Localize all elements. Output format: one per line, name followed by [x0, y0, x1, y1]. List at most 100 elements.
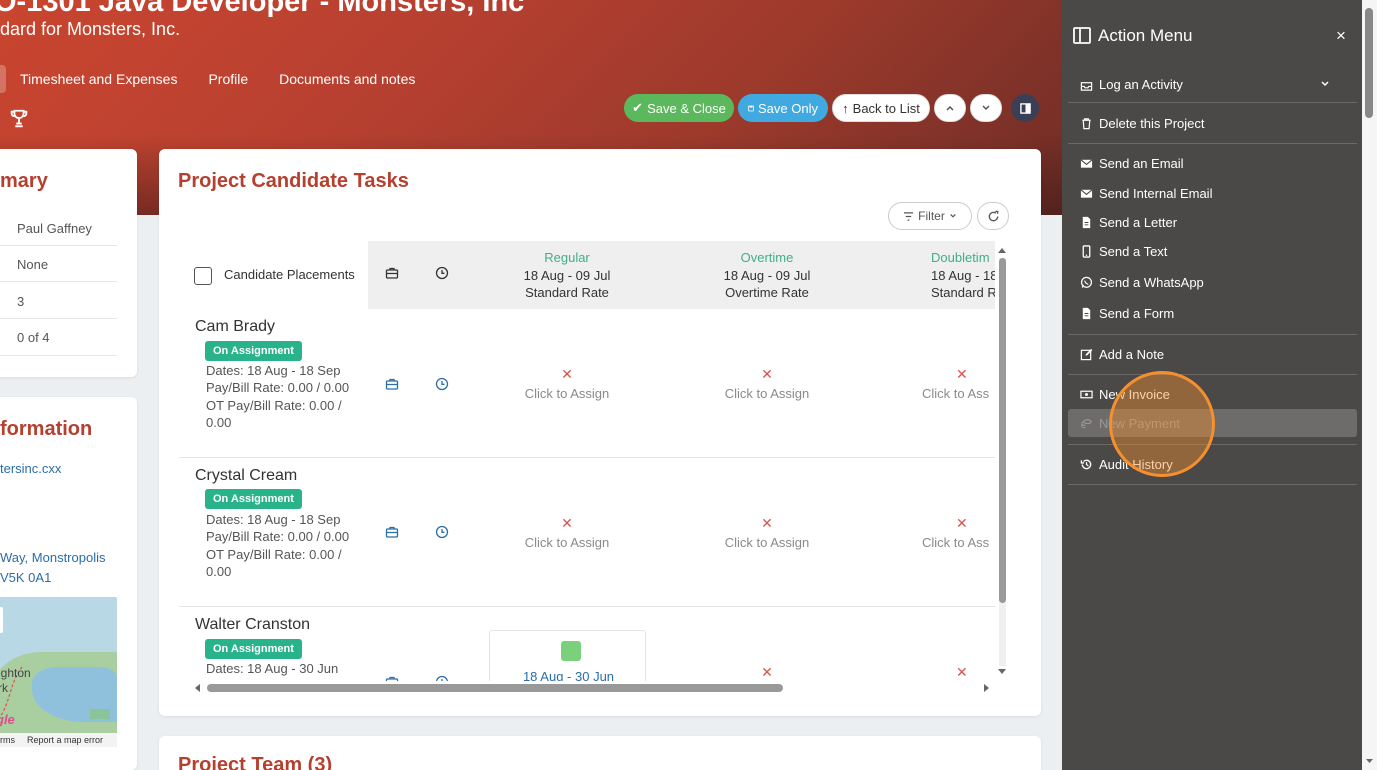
assign-cell[interactable]: ✕ Click to Assign	[477, 515, 657, 550]
page-subtitle: dard for Monsters, Inc.	[0, 19, 181, 39]
scroll-up-icon[interactable]	[997, 246, 1007, 254]
menu-item-log-activity[interactable]: Log an Activity	[1080, 76, 1340, 92]
document-icon	[1082, 216, 1091, 229]
scroll-down-icon[interactable]	[997, 668, 1007, 676]
clock-icon[interactable]	[435, 377, 449, 391]
address-line2[interactable]: V5K 0A1	[0, 570, 51, 585]
coins-icon	[1081, 418, 1092, 428]
menu-item-send-internal-email[interactable]: Send Internal Email	[1080, 186, 1340, 201]
menu-item-send-email[interactable]: Send an Email	[1080, 156, 1340, 171]
menu-item-send-form[interactable]: Send a Form	[1080, 306, 1340, 321]
candidate-name[interactable]: Walter Cranston	[195, 616, 310, 634]
menu-item-new-payment[interactable]: New Payment	[1068, 409, 1357, 437]
assign-cell[interactable]: ✕ Click to Assign	[677, 366, 857, 401]
save-close-button[interactable]: ✔ Save & Close	[624, 94, 734, 122]
assign-cell[interactable]: ✕ Click to Ass	[874, 515, 995, 550]
clock-icon[interactable]	[435, 525, 449, 539]
assigned-indicator	[561, 641, 581, 661]
trophy-icon[interactable]	[8, 108, 30, 130]
map-report-link[interactable]: Report a map error	[27, 735, 103, 745]
assign-cell[interactable]: ✕ Click to Assign	[677, 515, 857, 550]
clock-icon	[435, 266, 449, 280]
tab-timesheet[interactable]: Timesheet and Expenses	[20, 71, 177, 87]
address-line1[interactable]: Way, Monstropolis	[0, 550, 105, 565]
menu-item-add-note[interactable]: Add a Note	[1080, 347, 1340, 362]
edit-icon	[1080, 348, 1093, 361]
floppy-icon	[748, 105, 754, 111]
select-all-checkbox[interactable]	[194, 267, 212, 285]
envelope-icon	[1080, 159, 1093, 168]
close-icon[interactable]: ×	[1336, 26, 1346, 46]
scroll-down-icon[interactable]	[1365, 758, 1374, 765]
assign-cell[interactable]: ✕ Click to Assign	[477, 366, 657, 401]
money-icon	[1080, 390, 1093, 399]
menu-item-send-letter[interactable]: Send a Letter	[1080, 215, 1340, 230]
map[interactable]: ighton rk gle rms Report a map error	[0, 597, 117, 747]
unassigned-icon: ✕	[761, 515, 773, 531]
scroll-thumb[interactable]	[999, 258, 1006, 603]
menu-divider	[1068, 334, 1357, 335]
map-label: ighton	[0, 666, 31, 680]
project-team-title: Project Team (3)	[178, 754, 333, 770]
summary-row: 3	[0, 283, 117, 319]
next-button[interactable]	[970, 94, 1002, 122]
assigned-dates: 18 Aug - 30 Jun	[522, 669, 615, 681]
candidate-name[interactable]: Crystal Cream	[195, 467, 297, 485]
tasks-card: Project Candidate Tasks Filter Candidate…	[159, 149, 1041, 716]
candidate-details: Dates: 18 Aug - 18 Sep Pay/Bill Rate: 0.…	[206, 512, 350, 579]
tasks-table: Candidate Placements Regular 18 Aug - 09…	[179, 241, 995, 681]
trash-icon	[1082, 118, 1091, 130]
candidate-details: Dates: 18 Aug - 18 Sep Pay/Bill Rate: 0.…	[206, 363, 350, 430]
phone-icon	[1082, 245, 1091, 258]
toolbar: ✔ Save & Close Save Only ↑ Back to List	[624, 94, 1039, 122]
briefcase-icon	[385, 267, 399, 279]
map-label: rk	[0, 681, 8, 695]
table-horizontal-scrollbar[interactable]	[193, 681, 993, 695]
unassigned-icon: ✕	[761, 366, 773, 382]
menu-item-audit-history[interactable]: Audit History	[1080, 457, 1340, 472]
refresh-button[interactable]	[977, 202, 1009, 230]
candidate-details: Dates: 18 Aug - 30 Jun	[206, 661, 339, 676]
assign-cell[interactable]: ✕	[677, 664, 857, 681]
assign-cell[interactable]: ✕ Click to Ass	[874, 366, 995, 401]
briefcase-icon[interactable]	[385, 377, 399, 391]
information-card: formation tersinc.cxx Way, Monstropolis …	[0, 397, 137, 770]
page-title: O-1301 Java Developer - Monsters, Inc	[0, 0, 525, 18]
back-to-list-button[interactable]: ↑ Back to List	[832, 94, 930, 122]
status-badge: On Assignment	[205, 489, 302, 509]
menu-divider	[1068, 444, 1357, 445]
filter-button[interactable]: Filter	[888, 202, 972, 230]
tab-documents[interactable]: Documents and notes	[279, 71, 415, 87]
assign-cell[interactable]: ✕	[874, 664, 995, 681]
scroll-thumb[interactable]	[1365, 8, 1373, 118]
table-row: Walter Cranston On Assignment Dates: 18 …	[179, 607, 995, 681]
candidate-placements-header: Candidate Placements	[224, 267, 355, 282]
scroll-thumb[interactable]	[207, 684, 783, 692]
assigned-cell[interactable]: 18 Aug - 30 Jun	[489, 630, 646, 681]
save-only-button[interactable]: Save Only	[738, 94, 828, 122]
candidate-name[interactable]: Cam Brady	[195, 318, 275, 336]
scroll-left-icon[interactable]	[193, 683, 201, 693]
tab-profile[interactable]: Profile	[208, 71, 248, 87]
menu-item-send-whatsapp[interactable]: Send a WhatsApp	[1080, 275, 1340, 290]
summary-title: mary	[0, 170, 48, 192]
menu-item-send-text[interactable]: Send a Text	[1080, 244, 1340, 259]
map-terms-link[interactable]: rms	[0, 735, 15, 745]
menu-item-delete-project[interactable]: Delete this Project	[1080, 116, 1340, 131]
menu-item-new-invoice[interactable]: New Invoice	[1080, 387, 1340, 402]
inbox-icon	[1080, 82, 1093, 91]
tab-active-stub[interactable]	[0, 65, 6, 93]
previous-button[interactable]	[934, 94, 966, 122]
envelope-icon	[1080, 189, 1093, 198]
unassigned-icon: ✕	[956, 366, 968, 382]
website-link[interactable]: tersinc.cxx	[0, 461, 61, 476]
panel-icon	[1019, 102, 1031, 114]
scroll-right-icon[interactable]	[983, 683, 991, 693]
briefcase-icon[interactable]	[385, 525, 399, 539]
tasks-title: Project Candidate Tasks	[178, 170, 409, 192]
page-scrollbar[interactable]	[1362, 0, 1377, 770]
filter-icon	[904, 211, 914, 221]
map-footer: rms Report a map error	[0, 733, 117, 747]
toggle-panel-button[interactable]	[1011, 94, 1039, 122]
table-vertical-scrollbar[interactable]	[997, 246, 1007, 680]
